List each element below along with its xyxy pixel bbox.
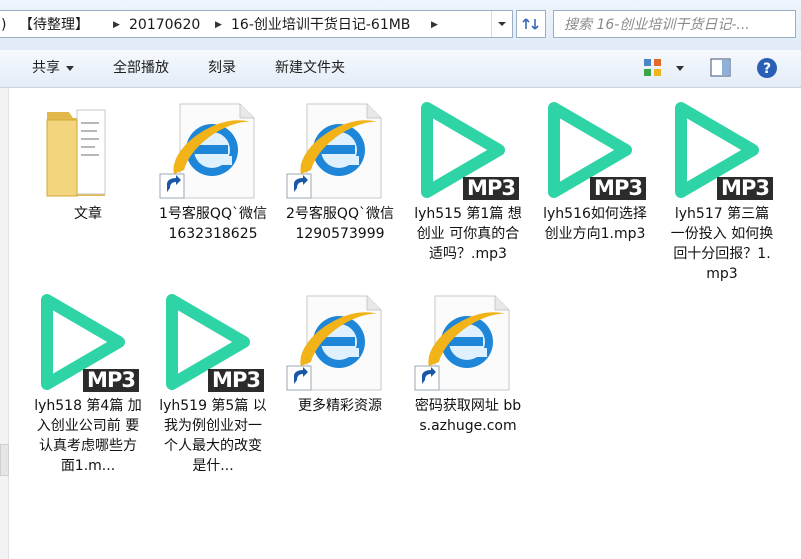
share-label: 共享 bbox=[32, 60, 60, 76]
address-row: ) 【待整理】 ▶ 20170620 ▶ 16-创业培训干货日记-61MB ▶ … bbox=[0, 0, 801, 50]
new-folder-button[interactable]: 新建文件夹 bbox=[275, 50, 345, 86]
file-name: 1号客服QQ`微信 1632318625 bbox=[159, 206, 267, 242]
refresh-button[interactable] bbox=[516, 10, 546, 38]
mp3-badge: MP3 bbox=[717, 177, 773, 200]
file-name: lyh516如何选择创业方向1.mp3 bbox=[543, 206, 647, 242]
svg-text:?: ? bbox=[763, 61, 771, 77]
file-name: 2号客服QQ`微信 1290573999 bbox=[286, 206, 394, 242]
address-bar[interactable]: ) 【待整理】 ▶ 20170620 ▶ 16-创业培训干货日记-61MB ▶ bbox=[0, 10, 513, 38]
file-name: 更多精彩资源 bbox=[298, 398, 382, 414]
nav-chevron-icon[interactable]: ) bbox=[1, 15, 6, 35]
file-list-view: 文章 1号客服QQ`微信 1632318625 2号客服QQ`微信 129057… bbox=[0, 88, 801, 559]
file-name: lyh518 第4篇 加入创业公司前 要认真考虑哪些方面1.m... bbox=[34, 398, 142, 474]
folder-icon bbox=[46, 109, 106, 197]
mp3-badge: MP3 bbox=[463, 177, 519, 200]
breadcrumb-current-folder[interactable]: 16-创业培训干货日记-61MB bbox=[231, 15, 410, 35]
search-box[interactable]: 搜索 16-创业培训干货日记-... bbox=[553, 10, 796, 38]
help-icon[interactable]: ? bbox=[756, 57, 778, 79]
ie-shortcut-icon bbox=[414, 295, 510, 391]
ie-shortcut-icon bbox=[286, 103, 382, 199]
chevron-down-icon bbox=[498, 22, 506, 26]
breadcrumb-separator-icon[interactable]: ▶ bbox=[215, 15, 222, 35]
share-button[interactable]: 共享 bbox=[32, 50, 74, 86]
command-bar: 共享 全部播放 刻录 新建文件夹 ? bbox=[0, 50, 801, 88]
ie-shortcut-icon bbox=[286, 295, 382, 391]
ie-shortcut-icon bbox=[159, 103, 255, 199]
preview-pane-icon[interactable] bbox=[710, 58, 732, 78]
chevron-down-icon bbox=[66, 65, 74, 71]
navigation-pane-edge bbox=[0, 88, 9, 559]
file-name: lyh517 第三篇 一份投入 如何换回十分回报？1.mp3 bbox=[670, 206, 774, 282]
refresh-icon bbox=[522, 18, 539, 30]
breadcrumb-separator-icon[interactable]: ▶ bbox=[113, 15, 120, 35]
breadcrumb-date[interactable]: 20170620 bbox=[129, 15, 200, 35]
address-history-dropdown[interactable] bbox=[491, 11, 512, 37]
burn-button[interactable]: 刻录 bbox=[208, 50, 236, 86]
view-options-icon[interactable] bbox=[643, 58, 663, 78]
play-all-button[interactable]: 全部播放 bbox=[113, 50, 169, 86]
splitter-handle[interactable] bbox=[0, 444, 9, 476]
breadcrumb-pending[interactable]: 【待整理】 bbox=[19, 15, 89, 35]
mp3-badge: MP3 bbox=[208, 369, 264, 392]
view-dropdown-icon[interactable] bbox=[676, 66, 684, 71]
file-name: 文章 bbox=[74, 206, 102, 222]
mp3-badge: MP3 bbox=[590, 177, 646, 200]
file-name: lyh519 第5篇 以我为例创业对一个人最大的改变是什... bbox=[159, 398, 267, 474]
mp3-badge: MP3 bbox=[83, 369, 139, 392]
file-name: 密码获取网址 bbs.azhuge.com bbox=[414, 398, 522, 434]
file-name: lyh515 第1篇 想创业 可你真的合适吗？.mp3 bbox=[414, 206, 522, 262]
breadcrumb-separator-icon[interactable]: ▶ bbox=[431, 15, 438, 35]
search-input[interactable]: 搜索 16-创业培训干货日记-... bbox=[564, 15, 750, 35]
